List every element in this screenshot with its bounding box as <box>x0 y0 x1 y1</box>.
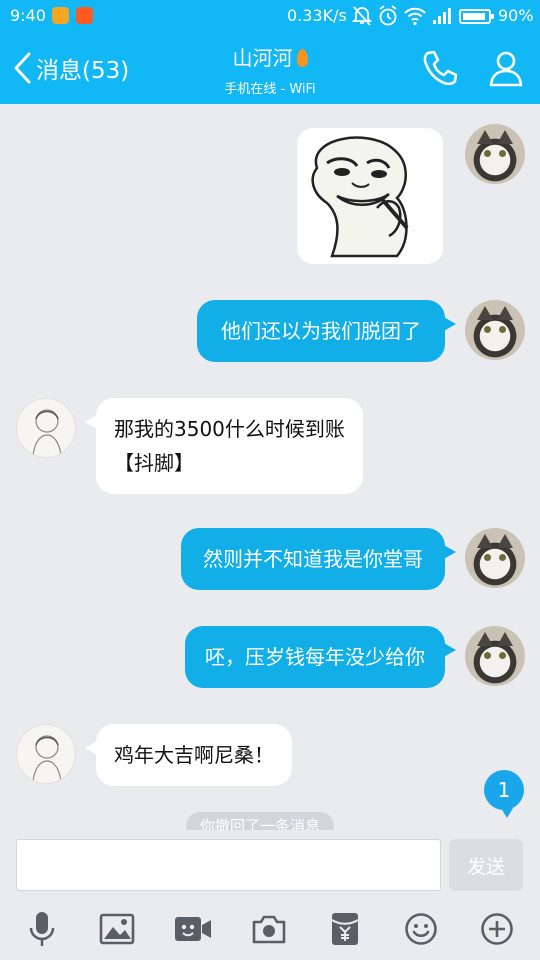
signal-icon <box>433 8 451 24</box>
message-input[interactable] <box>16 839 441 891</box>
message-text: 呸，压岁钱每年没少给你 <box>205 645 425 669</box>
message-text-line: 那我的3500什么时候到账 <box>114 417 345 441</box>
alarm-icon <box>379 5 397 26</box>
chat-header: 消息(53) 山河河 手机在线 - WiFi <box>0 32 540 104</box>
battery-icon <box>459 9 494 24</box>
incoming-message[interactable]: 鸡年大吉啊尼桑！ <box>85 724 292 786</box>
input-toolbar <box>0 898 540 960</box>
voice-button[interactable] <box>22 910 62 948</box>
outgoing-message[interactable]: 他们还以为我们脱团了 <box>197 300 456 362</box>
wifi-icon <box>404 7 426 26</box>
profile-icon <box>489 51 523 87</box>
system-notice: 你撤回了一条消息 <box>186 812 335 830</box>
outgoing-message[interactable]: 呸，压岁钱每年没少给你 <box>185 626 456 688</box>
red-packet-button[interactable] <box>325 910 365 948</box>
chat-message-list[interactable]: 他们还以为我们脱团了 那我的3500什么时候到账 【抖脚】 然则并不知道我是你堂… <box>0 104 540 830</box>
video-button[interactable] <box>173 910 213 948</box>
microphone-icon <box>29 912 55 946</box>
camera-icon <box>252 915 286 944</box>
taobao-icon <box>76 7 93 24</box>
my-avatar[interactable] <box>465 528 525 588</box>
message-text: 鸡年大吉啊尼桑！ <box>114 743 274 767</box>
image-button[interactable] <box>97 910 137 948</box>
outgoing-message[interactable]: 然则并不知道我是你堂哥 <box>181 528 456 590</box>
message-text: 然则并不知道我是你堂哥 <box>203 547 423 571</box>
more-button[interactable] <box>477 910 517 948</box>
message-text-line: 【抖脚】 <box>114 451 194 475</box>
plus-icon <box>481 913 513 945</box>
emoji-icon <box>405 913 437 945</box>
incoming-message[interactable]: 那我的3500什么时候到账 【抖脚】 <box>85 398 363 494</box>
profile-button[interactable] <box>484 46 528 90</box>
sticker-message[interactable] <box>297 128 443 264</box>
call-button[interactable] <box>418 46 462 90</box>
red-packet-icon <box>331 913 359 945</box>
send-button[interactable]: 发送 <box>449 839 523 891</box>
flame-icon <box>296 49 308 67</box>
network-speed: 0.33K/s <box>287 6 347 25</box>
my-avatar[interactable] <box>465 300 525 360</box>
contact-avatar[interactable] <box>16 724 76 784</box>
app-notification-icon <box>52 7 69 24</box>
sketch-portrait-icon <box>32 409 62 456</box>
panda-face-meme-sticker <box>311 136 409 258</box>
battery-percent: 90% <box>498 6 534 25</box>
my-avatar[interactable] <box>465 124 525 184</box>
status-time: 9:40 <box>10 6 46 25</box>
contact-name: 山河河 <box>232 46 293 70</box>
sketch-portrait-icon <box>32 735 62 782</box>
camera-button[interactable] <box>249 910 289 948</box>
phone-icon <box>423 50 458 86</box>
unread-count-badge[interactable]: 1 <box>484 770 524 818</box>
my-avatar[interactable] <box>465 626 525 686</box>
emoji-button[interactable] <box>401 910 441 948</box>
status-bar: 9:40 0.33K/s 90% <box>0 0 540 32</box>
video-icon <box>175 917 211 941</box>
image-icon <box>99 913 135 945</box>
message-text: 他们还以为我们脱团了 <box>221 319 421 343</box>
mute-icon <box>352 6 372 26</box>
composer-bar: 发送 <box>0 830 540 898</box>
contact-avatar[interactable] <box>16 398 76 458</box>
